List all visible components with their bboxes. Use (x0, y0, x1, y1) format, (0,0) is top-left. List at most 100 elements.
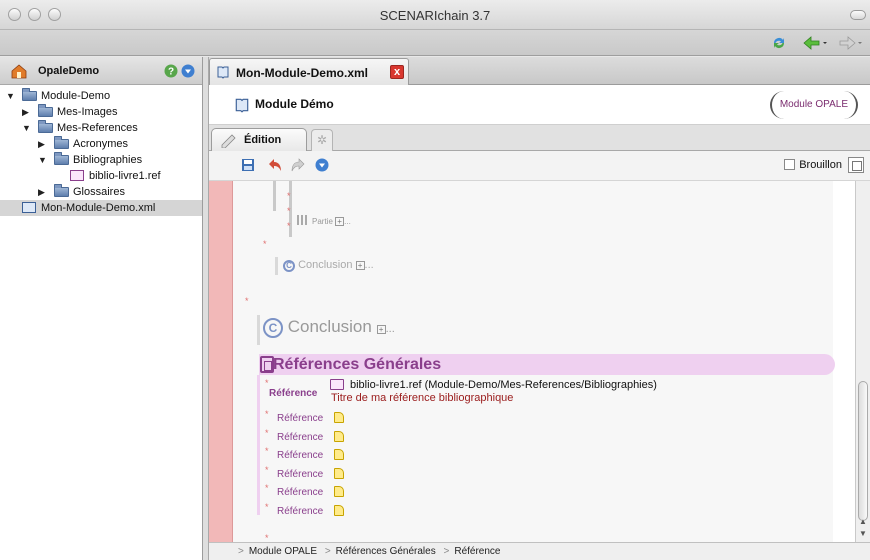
tree-item[interactable]: biblio-livre1.ref (0, 168, 202, 184)
expand-arrow-icon[interactable]: ▶ (38, 184, 45, 200)
tree-item[interactable]: ▶ Glossaires (0, 184, 202, 200)
back-arrow-icon[interactable] (802, 34, 828, 52)
insert-marker[interactable]: * (263, 239, 267, 249)
collapse-arrow-icon[interactable]: ▼ (38, 152, 47, 168)
reference-link[interactable]: biblio-livre1.ref (Module-Demo/Mes-Refer… (350, 379, 657, 391)
undo-icon[interactable] (267, 158, 282, 172)
toolbar-toggle-button[interactable] (850, 10, 866, 20)
forward-arrow-icon[interactable] (838, 34, 864, 52)
reference-label[interactable]: Référence (269, 388, 317, 399)
references-bar (257, 375, 260, 515)
insert-marker[interactable]: * (265, 465, 269, 475)
references-icon (260, 356, 274, 373)
reference-label[interactable]: Référence (277, 487, 323, 498)
scroll-down-arrow[interactable]: ▼ (859, 529, 867, 538)
workspace-header: OpaleDemo ? (0, 57, 202, 85)
empty-reference-icon[interactable] (334, 430, 344, 442)
content-inner: * * * Partie +... * C Conclusion +... * … (233, 181, 835, 542)
partie-ellipsis: ... (344, 217, 351, 226)
module-file-icon (22, 202, 36, 213)
insert-marker[interactable]: * (287, 191, 291, 201)
scroll-thumb[interactable] (858, 381, 868, 521)
conclusion-large-label: Conclusion (287, 317, 372, 336)
tab-label: Mon-Module-Demo.xml (236, 66, 368, 80)
insert-marker[interactable]: * (287, 221, 291, 231)
empty-reference-icon[interactable] (334, 504, 344, 516)
vertical-scrollbar[interactable]: ▲ ▼ (855, 181, 870, 542)
reference-label[interactable]: Référence (277, 506, 323, 517)
tree-item[interactable]: ▶ Mes-Images (0, 104, 202, 120)
empty-reference-icon[interactable] (334, 467, 344, 479)
folder-icon (54, 136, 69, 149)
insert-marker[interactable]: * (265, 446, 269, 456)
tree-item[interactable]: ▼ Mes-References (0, 120, 202, 136)
model-badge: Module OPALE (769, 91, 858, 119)
help-icon[interactable]: ? (164, 64, 178, 78)
collapse-arrow-icon[interactable]: ▼ (22, 120, 31, 136)
conclusion-small[interactable]: C Conclusion +... (283, 259, 374, 272)
expand-conclusion-large-icon[interactable]: + (376, 325, 386, 334)
tree-item-label: Mes-References (57, 122, 138, 134)
folder-icon (54, 152, 69, 165)
tree-item[interactable]: Mon-Module-Demo.xml (0, 200, 202, 216)
document-header: Module Démo Module OPALE (209, 85, 870, 125)
draft-checkbox[interactable]: Brouillon (784, 159, 842, 171)
section-bar (273, 181, 276, 211)
breadcrumb-item[interactable]: Références Générales (336, 546, 436, 557)
partie-block[interactable]: Partie +... (297, 215, 351, 226)
draft-checkbox-box[interactable] (784, 159, 796, 170)
expand-conclusion-icon[interactable]: + (355, 261, 365, 270)
tree-item-label: Acronymes (73, 138, 129, 150)
editor-content[interactable]: * * * Partie +... * C Conclusion +... * … (233, 181, 855, 542)
reference-filename[interactable]: biblio-livre1.ref (350, 379, 422, 391)
reference-label[interactable]: Référence (277, 432, 323, 443)
workspace-name[interactable]: OpaleDemo (38, 65, 99, 77)
module-icon (235, 98, 249, 113)
breadcrumb-separator: > (238, 546, 244, 557)
status-bar: > Module OPALE > Références Générales > Réf… (209, 542, 870, 560)
insert-marker[interactable]: * (265, 483, 269, 493)
save-icon[interactable] (241, 158, 255, 172)
tab-settings[interactable]: ✲ (311, 129, 333, 151)
tab-mon-module-demo[interactable]: Mon-Module-Demo.xml x (209, 58, 409, 85)
collapse-arrow-icon[interactable]: ▼ (6, 88, 15, 104)
insert-marker[interactable]: * (265, 428, 269, 438)
conclusion-large-icon: C (263, 318, 283, 338)
conclusion-large[interactable]: C Conclusion +... (263, 317, 395, 338)
redo-icon[interactable] (291, 158, 306, 172)
empty-reference-icon[interactable] (334, 449, 344, 460)
reference-label[interactable]: Référence (277, 413, 323, 424)
empty-reference-icon[interactable] (334, 486, 344, 497)
insert-marker[interactable]: * (265, 533, 269, 542)
options-menu-icon[interactable] (315, 158, 329, 172)
reference-label[interactable]: Référence (277, 469, 323, 480)
view-mode-button[interactable] (848, 157, 864, 173)
tree-item[interactable]: ▼ Module-Demo (0, 88, 202, 104)
breadcrumb-item[interactable]: Module OPALE (249, 546, 317, 557)
close-tab-icon[interactable]: x (390, 65, 404, 79)
draft-label: Brouillon (799, 159, 842, 171)
breadcrumb-item[interactable]: Référence (454, 546, 500, 557)
window-title: SCENARIchain 3.7 (379, 8, 491, 23)
scroll-up-arrow[interactable]: ▲ (859, 517, 867, 526)
expand-arrow-icon[interactable]: ▶ (22, 104, 29, 120)
breadcrumb: > Module OPALE > Références Générales > Réf… (233, 546, 500, 557)
insert-marker[interactable]: * (287, 206, 291, 216)
empty-reference-icon[interactable] (334, 412, 344, 423)
tab-edition[interactable]: Édition (211, 128, 307, 151)
tree-item[interactable]: ▶ Acronymes (0, 136, 202, 152)
expand-arrow-icon[interactable]: ▶ (38, 136, 45, 152)
insert-marker[interactable]: * (245, 296, 249, 306)
workspace-menu-icon[interactable] (181, 64, 195, 78)
sync-icon[interactable] (770, 34, 788, 52)
expand-partie-icon[interactable]: + (335, 217, 345, 226)
main-toolbar (0, 30, 870, 56)
document-title: Module Démo (255, 97, 334, 111)
reference-label[interactable]: Référence (277, 450, 323, 461)
insert-marker[interactable]: * (265, 502, 269, 512)
insert-marker[interactable]: * (265, 409, 269, 419)
insert-marker[interactable]: * (265, 378, 269, 388)
tree-item[interactable]: ▼ Bibliographies (0, 152, 202, 168)
tree-item-label: Glossaires (73, 186, 125, 198)
references-title[interactable]: Références Générales (273, 356, 441, 374)
